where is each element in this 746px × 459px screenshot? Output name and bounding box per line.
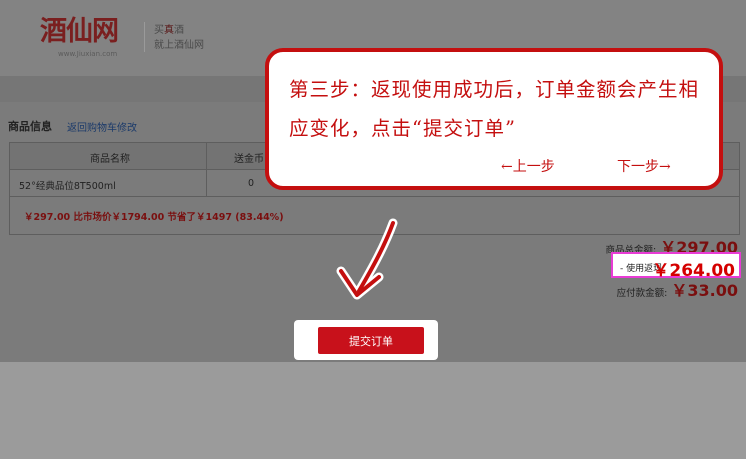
column-header-coins: 送金币 — [234, 154, 264, 165]
savings-summary: ￥297.00 比市场价￥1794.00 节省了￥1497 (83.44%) — [24, 212, 284, 223]
page-bottom — [0, 362, 746, 459]
header-slogan: 买真酒 就上酒仙网 — [154, 23, 204, 53]
slogan-highlight: 真 — [164, 25, 174, 36]
logo-url: www.Jiuxian.com — [58, 50, 118, 58]
slogan-line2: 就上酒仙网 — [154, 40, 204, 51]
prev-step-link[interactable]: ←上一步 — [501, 156, 555, 176]
next-step-link[interactable]: 下一步→ — [617, 156, 671, 176]
payable-value: ￥33.00 — [671, 281, 738, 300]
payable-line: 应付款金额: ￥33.00 — [438, 277, 738, 301]
site-logo[interactable]: 酒仙网 www.Jiuxian.com — [40, 16, 132, 60]
header-divider — [144, 22, 145, 52]
product-coins: 0 — [248, 178, 255, 189]
product-name: 52°经典品位8T500ml — [19, 181, 116, 192]
logo-text: 酒仙网 — [40, 16, 119, 47]
slogan-pre: 买 — [154, 25, 164, 36]
callout-text: 第三步：返现使用成功后，订单金额会产生相应变化，点击“提交订单” — [289, 78, 700, 140]
payable-label: 应付款金额: — [616, 288, 668, 299]
back-to-cart-link[interactable]: 返回购物车修改 — [67, 119, 137, 134]
slogan-post: 酒 — [174, 25, 184, 36]
section-title: 商品信息 — [8, 120, 52, 133]
submit-highlight: 提交订单 — [294, 320, 438, 360]
submit-order-button[interactable]: 提交订单 — [318, 327, 424, 354]
tutorial-callout: 第三步：返现使用成功后，订单金额会产生相应变化，点击“提交订单” ←上一步 下一… — [265, 48, 723, 190]
down-arrow-icon — [336, 218, 398, 300]
cashback-highlight: - 使用返现: ￥264.00 — [611, 252, 741, 281]
column-header-name: 商品名称 — [90, 154, 130, 165]
